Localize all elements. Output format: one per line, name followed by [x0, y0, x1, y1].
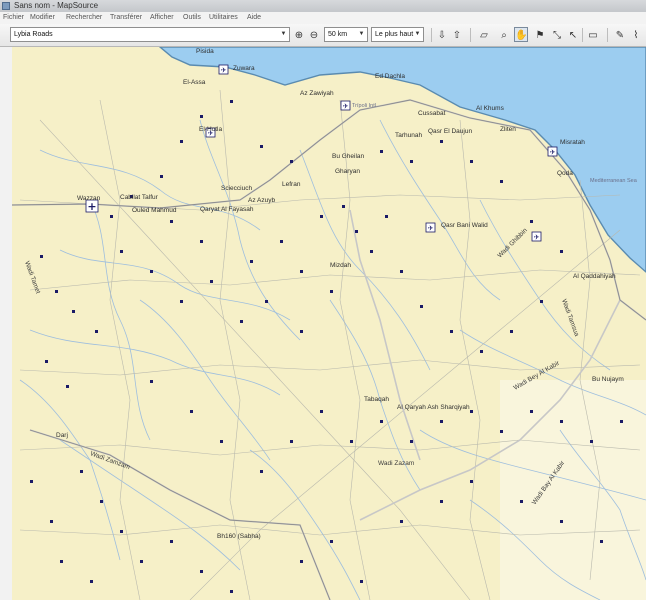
svg-text:✈: ✈ [534, 234, 540, 242]
menu-modifier[interactable]: Modifier [30, 12, 55, 24]
map-view[interactable]: ✈ ✈ ✈ ✈ ✈ ✈ + Mediterranean Sea Pisida Z… [0, 47, 646, 600]
product-select[interactable]: Lybia Roads ▼ [10, 27, 290, 42]
toolbar-separator [431, 28, 432, 42]
place-label: Sciecciuch [221, 185, 252, 192]
pointer-tool-icon[interactable]: ↖ [566, 27, 580, 42]
distance-tool-icon[interactable]: ▭ [586, 27, 600, 42]
airport-icon: ✈ [531, 231, 542, 242]
route-tool-icon[interactable]: ⤡ [550, 27, 564, 42]
place-label: Qaryat Al Fayasah [200, 206, 254, 213]
product-select-value: Lybia Roads [14, 31, 53, 38]
place-label: Qasr Bani Walid [441, 222, 488, 229]
airport-icon: ✈ [425, 222, 436, 233]
waypoint-tool-icon[interactable]: ⚑ [533, 27, 547, 42]
place-label: Lefran [282, 181, 301, 188]
place-label: Pisida [196, 48, 214, 55]
toolbar: Lybia Roads ▼ ⊕ ⊖ 50 km ▼ Le plus haut ▼… [0, 24, 646, 47]
place-label: Misratah [560, 139, 585, 146]
menu-rechercher[interactable]: Rechercher [66, 12, 102, 24]
hand-pan-tool-icon[interactable]: ✋ [514, 27, 528, 42]
chevron-down-icon[interactable]: ▼ [279, 29, 288, 40]
zoom-in-icon[interactable]: ⊕ [292, 27, 306, 42]
place-label: Al Qaryah Ash Sharqiyah [397, 404, 470, 411]
place-label: El-Hotla [199, 126, 223, 133]
detail-value: Le plus haut [375, 31, 414, 38]
mapsource-app-icon [2, 2, 10, 10]
zoom-out-icon[interactable]: ⊖ [307, 27, 321, 42]
place-label: Bh160 (Sabha) [217, 533, 261, 540]
window-title: Sans nom - MapSource [14, 1, 99, 10]
place-label: Tarhunah [395, 132, 422, 139]
place-label: Trípoli Intl [352, 103, 376, 109]
place-label: Tabaqah [364, 396, 389, 403]
menu-afficher[interactable]: Afficher [150, 12, 174, 24]
sea-label: Mediterranean Sea [590, 178, 638, 184]
place-label: Darj [56, 432, 68, 439]
place-label: Qasr El Daujun [428, 128, 472, 135]
map-tool-icon[interactable]: ✎ [613, 27, 627, 42]
svg-text:✈: ✈ [343, 103, 349, 111]
menu-outils[interactable]: Outils [183, 12, 201, 24]
zoom-tool-icon[interactable]: ⌕ [497, 27, 511, 42]
place-label: Gharyan [335, 168, 360, 175]
toolbar-separator [607, 28, 608, 42]
place-label: Mizdah [330, 262, 351, 269]
toolbar-separator [470, 28, 471, 42]
toolbar-separator [582, 28, 583, 42]
receive-from-device-icon[interactable]: ⇩ [435, 27, 449, 42]
desert-area [500, 380, 646, 600]
zoom-scale-value: 50 km [328, 31, 348, 38]
place-label: Ouled Mahmud [132, 207, 177, 214]
select-tool-icon[interactable]: ▱ [477, 27, 491, 42]
track-tool-icon[interactable]: ⌇ [629, 27, 643, 42]
chevron-down-icon[interactable]: ▼ [357, 29, 366, 40]
place-label: Zliten [500, 126, 516, 133]
place-label: Al Khums [476, 105, 505, 112]
place-label: Ed Dachla [375, 73, 405, 80]
place-label: Az Azuyb [248, 197, 275, 204]
zoom-scale-select[interactable]: 50 km ▼ [324, 27, 368, 42]
place-label: El-Assa [183, 79, 206, 86]
svg-text:✈: ✈ [550, 149, 556, 157]
menu-aide[interactable]: Aide [247, 12, 261, 24]
airport-icon: ✈ [547, 146, 558, 157]
detail-select[interactable]: Le plus haut ▼ [371, 27, 424, 42]
map-canvas[interactable]: ✈ ✈ ✈ ✈ ✈ ✈ + Mediterranean Sea Pisida Z… [0, 47, 646, 600]
send-to-device-icon[interactable]: ⇧ [450, 27, 464, 42]
place-label: Wadi Zazam [378, 460, 414, 467]
svg-text:✈: ✈ [221, 67, 227, 75]
place-label: Al Qaddahiyah [573, 273, 616, 280]
place-label: Qoda [557, 170, 573, 177]
chevron-down-icon[interactable]: ▼ [413, 29, 422, 40]
menu-fichier[interactable]: Fichier [3, 12, 24, 24]
place-label: Cabilat Talfur [120, 194, 159, 201]
menu-transferer[interactable]: Transférer [110, 12, 142, 24]
airport-icon: ✈ [218, 64, 229, 75]
place-label: Bu Nujaym [592, 376, 624, 383]
place-label: Zuwara [233, 65, 255, 72]
place-label: Wazzan [77, 195, 101, 202]
place-label: Cussabat [418, 110, 446, 117]
mapsource-window: Sans nom - MapSource Fichier Modifier Re… [0, 0, 646, 600]
menu-utilitaires[interactable]: Utilitaires [209, 12, 238, 24]
airport-icon: ✈ [340, 100, 351, 111]
place-label: Az Zawiyah [300, 90, 334, 97]
place-label: Bu Gheilan [332, 153, 365, 160]
svg-text:✈: ✈ [428, 225, 434, 233]
